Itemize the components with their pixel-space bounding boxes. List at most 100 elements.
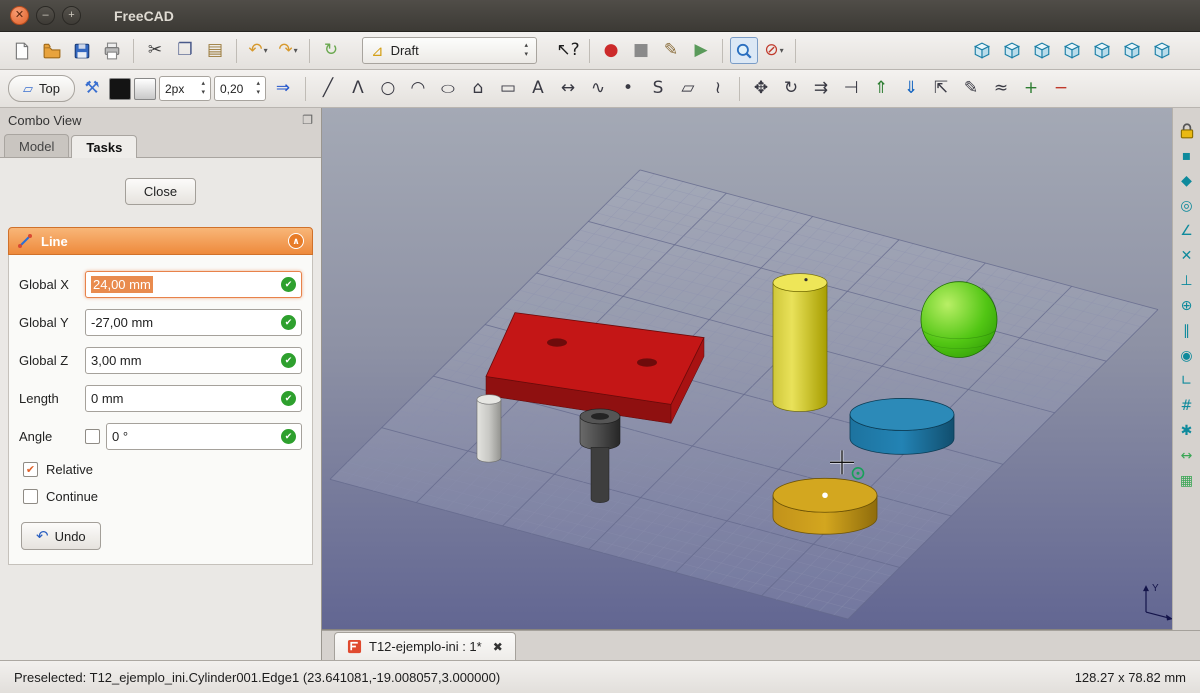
whatsthis-icon[interactable]: ↖? xyxy=(554,37,582,64)
working-plane-button[interactable]: ▱ Top xyxy=(8,75,75,102)
close-task-button[interactable]: Close xyxy=(124,178,197,205)
snap-intersection-icon[interactable]: ✕ xyxy=(1176,245,1198,267)
angle-checkbox[interactable] xyxy=(85,429,100,444)
draft-wire-to-bspline-icon[interactable]: ≈ xyxy=(987,75,1015,102)
global-x-input[interactable]: 24,00 mm ✔ xyxy=(85,271,302,298)
snap-dimensions-icon[interactable]: ↔ xyxy=(1176,445,1198,467)
tab-tasks[interactable]: Tasks xyxy=(71,135,138,158)
snap-center-icon[interactable]: ◎ xyxy=(1176,195,1198,217)
line-width-spinner[interactable]: 2px ▴ ▾ xyxy=(158,76,211,101)
draft-shapestring-icon[interactable]: S xyxy=(644,75,672,102)
draft-text-icon[interactable]: A xyxy=(524,75,552,102)
workbench-selector[interactable]: ⊿ Draft ▴ ▾ xyxy=(362,37,537,64)
maximize-window-button[interactable]: + xyxy=(62,6,81,25)
bottom-view-icon[interactable] xyxy=(1118,37,1146,64)
print-icon[interactable] xyxy=(98,37,126,64)
draft-point-icon[interactable]: • xyxy=(614,75,642,102)
draft-upgrade-icon[interactable]: ⇑ xyxy=(867,75,895,102)
save-icon[interactable] xyxy=(68,37,96,64)
draft-facebinder-icon[interactable]: ▱ xyxy=(674,75,702,102)
rear-view-icon[interactable] xyxy=(1088,37,1116,64)
draw-style-icon[interactable]: ⊘ ▾ xyxy=(760,37,788,64)
construction-mode-icon[interactable]: ⚒ xyxy=(78,75,106,102)
draft-ellipse-icon[interactable]: ○ xyxy=(434,75,462,102)
snap-perpendicular-icon[interactable]: ⊥ xyxy=(1176,270,1198,292)
snap-angle-icon[interactable]: ∠ xyxy=(1176,220,1198,242)
tab-close-icon[interactable]: ✖ xyxy=(493,640,503,654)
3d-viewport[interactable]: Y X xyxy=(322,108,1172,630)
document-tab[interactable]: T12-ejemplo-ini : 1* ✖ xyxy=(334,632,516,660)
global-y-input[interactable]: -27,00 mm ✔ xyxy=(85,309,302,336)
draft-bspline-icon[interactable]: ∿ xyxy=(584,75,612,102)
snap-lock-icon[interactable] xyxy=(1176,120,1198,142)
draft-bezier-icon[interactable]: ≀ xyxy=(704,75,732,102)
draft-rectangle-icon[interactable]: ▭ xyxy=(494,75,522,102)
undo-icon[interactable]: ↶ ▾ xyxy=(244,37,272,64)
close-window-button[interactable]: ✕ xyxy=(10,6,29,25)
redo-icon[interactable]: ↷ ▾ xyxy=(274,37,302,64)
stop-macro-icon[interactable]: ■ xyxy=(627,37,655,64)
yellow-cylinder-object[interactable] xyxy=(772,273,828,412)
blue-disk-object[interactable] xyxy=(849,398,955,455)
global-z-input[interactable]: 3,00 mm ✔ xyxy=(85,347,302,374)
dropdown-arrow-icon[interactable]: ▾ xyxy=(264,46,268,55)
snap-extension-icon[interactable]: ⊕ xyxy=(1176,295,1198,317)
relative-checkbox[interactable]: ✔ xyxy=(23,462,38,477)
draft-wire-icon[interactable]: Λ xyxy=(344,75,372,102)
angle-input[interactable]: 0 ° ✔ xyxy=(106,423,302,450)
refresh-icon[interactable]: ↻ xyxy=(317,37,345,64)
snap-parallel-icon[interactable]: ∥ xyxy=(1176,320,1198,342)
length-input[interactable]: 0 mm ✔ xyxy=(85,385,302,412)
right-view-icon[interactable] xyxy=(1058,37,1086,64)
tab-model[interactable]: Model xyxy=(4,134,70,157)
draft-trimex-icon[interactable]: ⊣ xyxy=(837,75,865,102)
open-icon[interactable] xyxy=(38,37,66,64)
draft-add-point-icon[interactable]: + xyxy=(1017,75,1045,102)
record-macro-icon[interactable]: ● xyxy=(597,37,625,64)
draft-arc-icon[interactable]: ◠ xyxy=(404,75,432,102)
draft-edit-icon[interactable]: ✎ xyxy=(957,75,985,102)
axonometric-view-icon[interactable] xyxy=(968,37,996,64)
spinner-arrows-icon[interactable]: ▴ ▾ xyxy=(201,80,205,96)
left-view-icon[interactable] xyxy=(1148,37,1176,64)
snap-near-icon[interactable]: ◉ xyxy=(1176,345,1198,367)
snap-special-icon[interactable]: ✱ xyxy=(1176,420,1198,442)
edit-macro-icon[interactable]: ✎ xyxy=(657,37,685,64)
apply-style-icon[interactable]: ⇒ xyxy=(269,75,297,102)
paste-icon[interactable]: ▤ xyxy=(201,37,229,64)
draft-line-icon[interactable]: ╱ xyxy=(314,75,342,102)
top-view-icon[interactable] xyxy=(1028,37,1056,64)
line-color-swatch[interactable] xyxy=(108,77,131,100)
dropdown-arrow-icon[interactable]: ▾ xyxy=(780,46,784,55)
continue-checkbox[interactable] xyxy=(23,489,38,504)
orange-disk-object[interactable] xyxy=(772,477,878,535)
cut-icon[interactable]: ✂ xyxy=(141,37,169,64)
undo-button[interactable]: ↶ Undo xyxy=(21,522,101,550)
copy-icon[interactable]: ❐ xyxy=(171,37,199,64)
draft-circle-icon[interactable]: ○ xyxy=(374,75,402,102)
face-color-swatch[interactable] xyxy=(133,77,156,100)
snap-ortho-icon[interactable]: ∟ xyxy=(1176,370,1198,392)
float-panel-icon[interactable]: ❐ xyxy=(302,113,313,127)
draft-scale-icon[interactable]: ⇱ xyxy=(927,75,955,102)
text-size-spinner[interactable]: 0,20 ▴ ▾ xyxy=(213,76,266,101)
fit-all-icon[interactable] xyxy=(730,37,758,64)
gray-cylinder-object[interactable] xyxy=(476,394,502,463)
task-section-header[interactable]: Line ∧ xyxy=(8,227,313,255)
collapse-section-icon[interactable]: ∧ xyxy=(288,233,304,249)
snap-endpoint-icon[interactable]: ▪ xyxy=(1176,145,1198,167)
draft-dimension-icon[interactable]: ↔ xyxy=(554,75,582,102)
draft-move-icon[interactable]: ✥ xyxy=(747,75,775,102)
snap-grid-icon[interactable]: # xyxy=(1176,395,1198,417)
snap-midpoint-icon[interactable]: ◆ xyxy=(1176,170,1198,192)
green-sphere-object[interactable] xyxy=(920,281,998,358)
front-view-icon[interactable] xyxy=(998,37,1026,64)
new-document-icon[interactable] xyxy=(8,37,36,64)
draft-rotate-icon[interactable]: ↻ xyxy=(777,75,805,102)
snap-workingplane-icon[interactable]: ▦ xyxy=(1176,470,1198,492)
spinner-arrows-icon[interactable]: ▴ ▾ xyxy=(256,80,260,96)
dropdown-arrow-icon[interactable]: ▾ xyxy=(294,46,298,55)
draft-downgrade-icon[interactable]: ⇓ xyxy=(897,75,925,102)
draft-del-point-icon[interactable]: − xyxy=(1047,75,1075,102)
execute-macro-icon[interactable]: ▶ xyxy=(687,37,715,64)
